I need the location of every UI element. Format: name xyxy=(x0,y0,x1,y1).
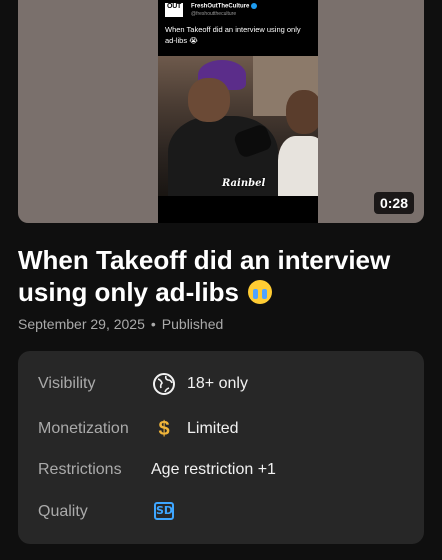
monetization-label: Monetization xyxy=(38,420,129,437)
quality-label: Quality xyxy=(38,503,88,520)
video-still-image xyxy=(158,56,318,196)
video-thumbnail[interactable]: OUT FreshOutTheCulture @freshoutthecultu… xyxy=(18,0,424,223)
sd-badge-icon: SD xyxy=(154,502,174,520)
restrictions-value: Age restriction +1 xyxy=(151,461,276,478)
meta-separator: • xyxy=(150,316,156,332)
visibility-value: 18+ only xyxy=(187,375,248,392)
visibility-row[interactable]: Visibility 18+ only xyxy=(18,369,424,399)
watermark-logo: Rainbel xyxy=(222,178,266,189)
globe-icon xyxy=(152,372,176,396)
verified-icon xyxy=(251,3,258,9)
restrictions-row[interactable]: Restrictions Age restriction +1 xyxy=(18,455,424,485)
post-text: When Takeoff did an interview using only… xyxy=(165,25,301,45)
video-meta: September 29, 2025 • Published xyxy=(18,316,223,332)
post-account-handle: @freshouttheculture xyxy=(191,11,237,17)
publish-date: September 29, 2025 xyxy=(18,316,145,332)
loudly-crying-face-icon xyxy=(248,280,273,304)
visibility-label: Visibility xyxy=(38,375,96,392)
source-logo: OUT xyxy=(165,3,183,17)
video-title: When Takeoff did an interview using only… xyxy=(18,245,391,307)
video-details-card: Visibility 18+ only Monetization $ Limit… xyxy=(18,351,424,544)
duration-badge: 0:28 xyxy=(373,192,414,214)
monetization-row[interactable]: Monetization $ Limited xyxy=(18,414,424,444)
restrictions-label: Restrictions xyxy=(38,461,122,478)
publish-status: Published xyxy=(161,316,224,332)
post-account-name: FreshOutTheCulture xyxy=(191,3,258,10)
monetization-value: Limited xyxy=(187,420,239,437)
quality-row[interactable]: Quality SD xyxy=(18,497,424,527)
video-frame: OUT FreshOutTheCulture @freshoutthecultu… xyxy=(158,0,318,223)
dollar-icon: $ xyxy=(158,418,170,440)
